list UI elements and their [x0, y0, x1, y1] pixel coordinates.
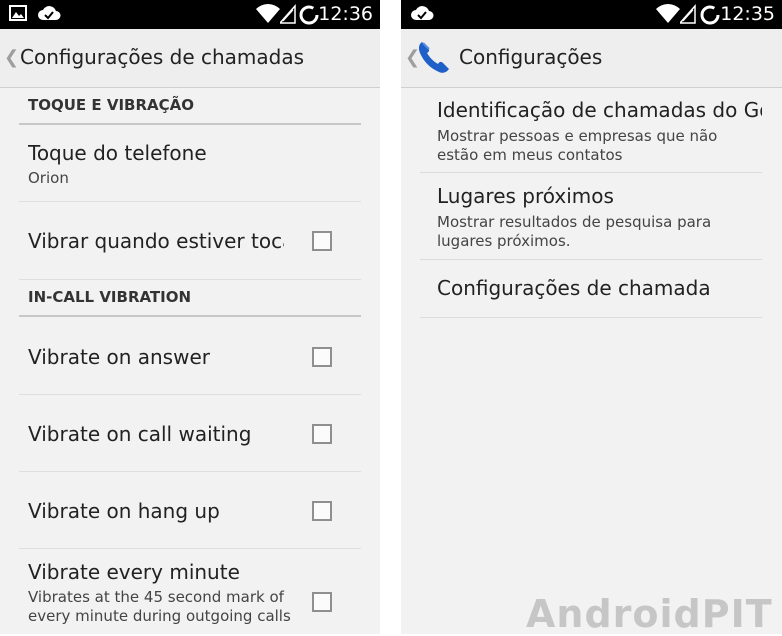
vibrate-when-ringing-preference[interactable]: Vibrar quando estiver tocando — [19, 201, 361, 280]
vibrate-waiting-checkbox[interactable] — [312, 424, 332, 444]
google-caller-id-item[interactable]: Identificação de chamadas do Google Most… — [420, 88, 762, 173]
item-summary: Mostrar pessoas e empresas que não estão… — [437, 127, 718, 164]
action-bar: ❮ Configurações — [401, 29, 782, 88]
status-bar: 12:36 — [0, 0, 380, 29]
pref-title: Vibrar quando estiver tocando — [28, 229, 284, 253]
vibrate-minute-checkbox[interactable] — [312, 592, 332, 612]
right-screen: 12:35 ❮ Configurações Identificação de c… — [401, 0, 782, 634]
section-header-ringtone: TOQUE E VIBRAÇÃO — [19, 96, 361, 125]
item-title: Identificação de chamadas do Google — [437, 98, 762, 122]
vibrate-on-hang-up-preference[interactable]: Vibrate on hang up — [19, 471, 361, 549]
signal-icon — [678, 4, 696, 28]
page-title[interactable]: Configurações — [459, 45, 602, 69]
image-icon — [9, 4, 27, 26]
vibrate-on-answer-preference[interactable]: Vibrate on answer — [19, 317, 361, 395]
phone-app-icon[interactable] — [416, 39, 452, 79]
androidpit-watermark: AndroidPIT — [526, 592, 773, 636]
nearby-places-item[interactable]: Lugares próximos Mostrar resultados de p… — [420, 172, 762, 260]
call-settings-item[interactable]: Configurações de chamada — [420, 259, 762, 318]
vibrate-hangup-checkbox[interactable] — [312, 501, 332, 521]
pref-title: Toque do telefone — [28, 141, 207, 165]
wifi-icon — [256, 4, 280, 28]
vibrate-on-call-waiting-preference[interactable]: Vibrate on call waiting — [19, 394, 361, 472]
pref-summary: Orion — [28, 169, 69, 187]
wifi-icon — [656, 4, 680, 28]
signal-icon — [278, 4, 296, 28]
vibrate-every-minute-preference[interactable]: Vibrate every minute Vibrates at the 45 … — [19, 548, 361, 634]
battery-icon — [699, 4, 721, 30]
cloud-check-icon — [410, 4, 434, 26]
status-bar: 12:35 — [401, 0, 782, 29]
settings-list: Identificação de chamadas do Google Most… — [401, 88, 782, 634]
screen-divider — [380, 0, 401, 634]
vibrate-ringing-checkbox[interactable] — [312, 231, 332, 251]
pref-title: Vibrate on call waiting — [28, 422, 252, 446]
pref-title: Vibrate every minute — [28, 560, 240, 584]
pref-title: Vibrate on answer — [28, 345, 210, 369]
status-time: 12:36 — [318, 3, 373, 25]
section-header-in-call-vibration: IN-CALL VIBRATION — [19, 288, 361, 317]
ringtone-preference[interactable]: Toque do telefone Orion — [19, 125, 361, 202]
left-screen: 12:36 ❮ Configurações de chamadas TOQUE … — [0, 0, 380, 634]
cloud-check-icon — [37, 4, 61, 26]
pref-summary: Vibrates at the 45 second mark of every … — [28, 588, 291, 625]
item-summary: Mostrar resultados de pesquisa para luga… — [437, 213, 712, 250]
item-title: Lugares próximos — [437, 184, 614, 208]
page-title[interactable]: Configurações de chamadas — [20, 45, 304, 69]
preference-list: TOQUE E VIBRAÇÃO Toque do telefone Orion… — [0, 88, 380, 634]
vibrate-answer-checkbox[interactable] — [312, 347, 332, 367]
item-title: Configurações de chamada — [437, 276, 711, 300]
status-time: 12:35 — [720, 3, 775, 25]
action-bar: ❮ Configurações de chamadas — [0, 29, 380, 88]
battery-icon — [298, 4, 320, 30]
pref-title: Vibrate on hang up — [28, 499, 220, 523]
back-chevron-icon[interactable]: ❮ — [4, 47, 19, 68]
